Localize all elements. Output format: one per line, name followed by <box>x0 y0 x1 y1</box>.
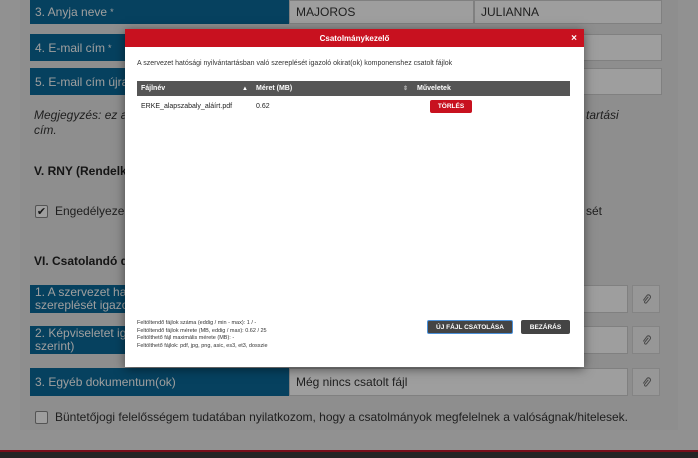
delete-button[interactable]: TÖRLÉS <box>430 100 472 113</box>
dialog-header: Csatolmánykezelő × <box>125 29 584 47</box>
info-line: Feltöltendő fájlok száma (eddig / min - … <box>137 320 257 326</box>
info-line: Feltölthető fájlok: pdf, jpg, png, asic,… <box>137 342 268 349</box>
close-icon[interactable]: × <box>571 29 577 47</box>
dialog-description: A szervezet hatósági nyilvántartásban va… <box>137 60 453 67</box>
col-actions: Műveletek <box>417 85 451 92</box>
col-size[interactable]: Méret (MB) <box>256 81 292 96</box>
table-row: ERKE_alapszabaly_aláírt.pdf 0.62 TÖRLÉS <box>137 97 570 115</box>
attachment-manager-dialog: Csatolmánykezelő × A szervezet hatósági … <box>125 29 584 367</box>
file-size: 0.62 <box>256 102 270 110</box>
sort-up-icon[interactable]: ▲ <box>242 81 248 96</box>
dialog-title: Csatolmánykezelő <box>319 33 390 43</box>
sort-icon[interactable]: ⇕ <box>403 81 408 96</box>
upload-info: Feltöltendő fájlok száma (eddig / min - … <box>137 320 268 350</box>
file-name[interactable]: ERKE_alapszabaly_aláírt.pdf <box>141 97 232 115</box>
info-line: Feltölthető fájl maximális mérete (MB): … <box>137 335 235 341</box>
close-button[interactable]: BEZÁRÁS <box>521 320 570 334</box>
attach-new-file-button[interactable]: ÚJ FÁJL CSATOLÁSA <box>427 320 513 334</box>
files-table-header: Fájlnév ▲ Méret (MB) ⇕ Műveletek <box>137 81 570 96</box>
info-line: Feltöltendő fájlok mérete (MB, eddig / m… <box>137 327 267 334</box>
col-filename[interactable]: Fájlnév <box>141 81 165 96</box>
